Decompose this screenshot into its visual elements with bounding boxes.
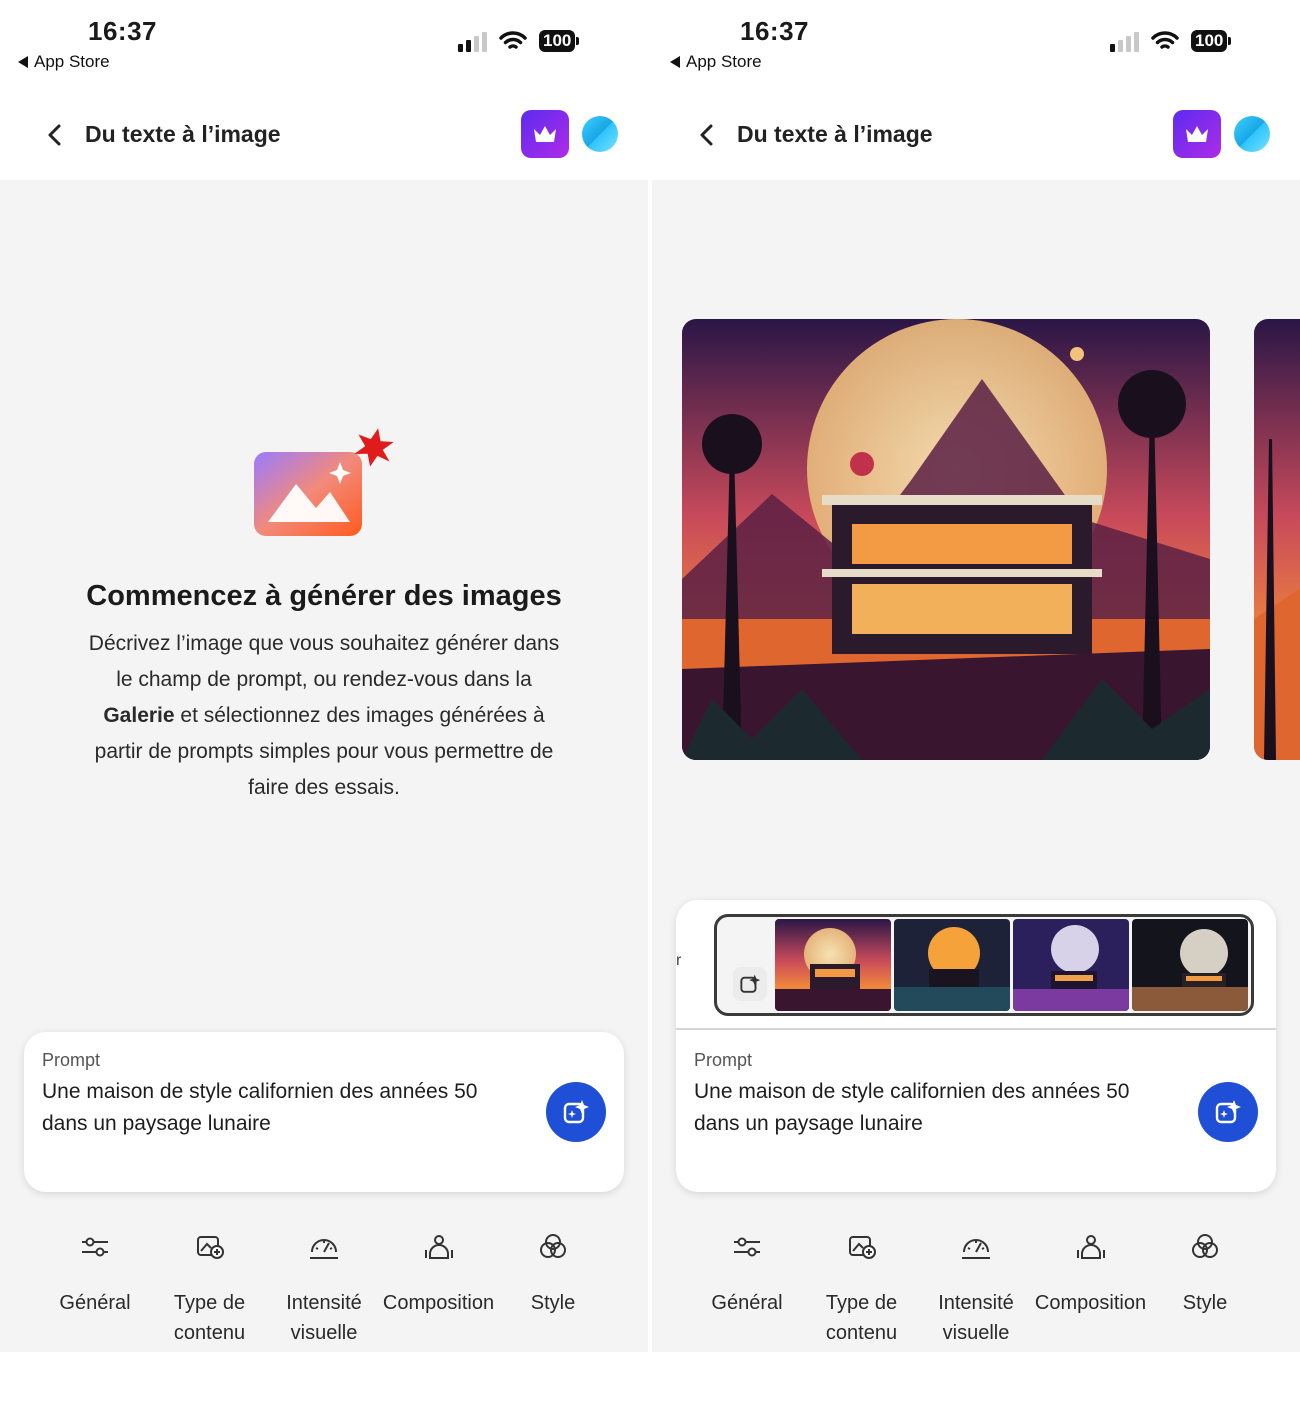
variation-thumbnail[interactable] bbox=[775, 919, 891, 1011]
tool-content-type-label: Type de contenu bbox=[825, 1292, 898, 1344]
tool-visual-intensity-label: Intensité visuelle bbox=[938, 1292, 1014, 1344]
screen-generated-results: 16:37 App Store 100 Du texte à l’image r… bbox=[652, 0, 1300, 1352]
tool-visual-intensity-label: Intensité visuelle bbox=[286, 1292, 362, 1344]
generate-sparkle-icon bbox=[740, 974, 761, 993]
empty-state-title: Commencez à générer des images bbox=[86, 580, 562, 612]
screen-empty-state: 16:37 App Store 100 Du texte à l’image C… bbox=[0, 0, 648, 1352]
top-bar: 16:37 App Store 100 Du texte à l’image bbox=[652, 0, 1300, 180]
visual-intensity-icon bbox=[310, 1239, 338, 1259]
battery-level: 100 bbox=[539, 30, 576, 52]
page-title: Du texte à l’image bbox=[85, 121, 281, 147]
chevron-left-icon bbox=[48, 124, 61, 146]
crown-icon bbox=[1186, 126, 1208, 142]
prompt-label: Prompt bbox=[694, 1050, 753, 1070]
generate-sparkle-icon bbox=[563, 1100, 589, 1124]
tool-style[interactable]: Style bbox=[1148, 1230, 1262, 1348]
divider bbox=[676, 1028, 1276, 1030]
tool-style-label: Style bbox=[1182, 1292, 1228, 1314]
status-time: 16:37 bbox=[740, 16, 809, 46]
wifi-icon bbox=[1151, 31, 1179, 49]
tool-composition[interactable]: Composition bbox=[382, 1230, 496, 1348]
avatar[interactable] bbox=[582, 116, 618, 152]
tool-general[interactable]: Général bbox=[38, 1230, 152, 1348]
variation-art bbox=[894, 919, 1010, 1011]
sliders-icon bbox=[82, 1237, 108, 1257]
signal-icon bbox=[1110, 30, 1139, 52]
top-bar: 16:37 App Store 100 Du texte à l’image bbox=[0, 0, 648, 180]
variation-art bbox=[1132, 919, 1248, 1011]
generated-image-art bbox=[682, 319, 1210, 760]
wifi-icon bbox=[499, 31, 527, 49]
nav-back-button[interactable] bbox=[44, 122, 66, 148]
back-triangle-icon bbox=[670, 56, 680, 68]
prompt-card[interactable]: Prompt Une maison de style californien d… bbox=[24, 1032, 624, 1192]
generate-image-illustration-icon bbox=[254, 428, 394, 536]
tool-style-label: Style bbox=[530, 1292, 576, 1314]
generate-button[interactable] bbox=[546, 1082, 606, 1142]
sliders-icon bbox=[734, 1237, 760, 1257]
status-icons: 100 bbox=[458, 30, 580, 52]
tool-content-type[interactable]: Type de contenu bbox=[805, 1230, 919, 1348]
tool-content-type[interactable]: Type de contenu bbox=[153, 1230, 267, 1348]
status-time: 16:37 bbox=[88, 16, 157, 46]
options-toolbar: Général Type de contenu Intensité visuel… bbox=[652, 1230, 1300, 1348]
battery-icon: 100 bbox=[539, 30, 580, 52]
style-icon bbox=[1192, 1234, 1218, 1258]
tool-general[interactable]: Général bbox=[690, 1230, 804, 1348]
tool-style[interactable]: Style bbox=[496, 1230, 610, 1348]
content-type-icon bbox=[196, 1236, 224, 1259]
prompt-input[interactable]: Une maison de style californien des anné… bbox=[694, 1076, 1164, 1140]
tool-general-label: Général bbox=[59, 1292, 131, 1314]
battery-icon: 100 bbox=[1191, 30, 1232, 52]
back-app-label: App Store bbox=[686, 52, 762, 71]
regenerate-button[interactable] bbox=[733, 967, 767, 1001]
prompt-card[interactable]: r Prompt Une maison de style californien… bbox=[676, 900, 1276, 1192]
nav-back-button[interactable] bbox=[696, 122, 718, 148]
generate-sparkle-icon bbox=[1215, 1100, 1241, 1124]
tool-general-label: Général bbox=[711, 1292, 783, 1314]
generated-image-main[interactable] bbox=[682, 319, 1210, 760]
back-to-app-store[interactable]: App Store bbox=[18, 52, 110, 72]
crown-icon bbox=[534, 126, 556, 142]
variation-thumbnail[interactable] bbox=[1132, 919, 1248, 1011]
style-icon bbox=[540, 1234, 566, 1258]
next-image-art bbox=[1254, 319, 1300, 760]
chevron-left-icon bbox=[700, 124, 713, 146]
content-type-icon bbox=[848, 1236, 876, 1259]
empty-state-description: Décrivez l’image que vous souhaitez géné… bbox=[88, 632, 560, 799]
back-to-app-store[interactable]: App Store bbox=[670, 52, 762, 72]
premium-button[interactable] bbox=[521, 110, 569, 158]
battery-level: 100 bbox=[1191, 30, 1228, 52]
gallery-link[interactable]: Galerie bbox=[103, 704, 174, 727]
premium-button[interactable] bbox=[1173, 110, 1221, 158]
variation-art bbox=[1013, 919, 1129, 1011]
back-app-label: App Store bbox=[34, 52, 110, 71]
signal-icon bbox=[458, 30, 487, 52]
composition-icon bbox=[1076, 1235, 1105, 1259]
visual-intensity-icon bbox=[962, 1239, 990, 1259]
tool-visual-intensity[interactable]: Intensité visuelle bbox=[267, 1230, 381, 1348]
page-title: Du texte à l’image bbox=[737, 121, 933, 147]
tool-content-type-label: Type de contenu bbox=[173, 1292, 246, 1344]
tool-composition-label: Composition bbox=[382, 1292, 495, 1314]
back-triangle-icon bbox=[18, 56, 28, 68]
variations-strip bbox=[714, 914, 1254, 1016]
stray-text: r bbox=[676, 952, 682, 969]
prompt-label: Prompt bbox=[42, 1050, 101, 1070]
tool-visual-intensity[interactable]: Intensité visuelle bbox=[919, 1230, 1033, 1348]
variation-thumbnail[interactable] bbox=[1013, 919, 1129, 1011]
variation-art bbox=[775, 919, 891, 1011]
variation-thumbnail[interactable] bbox=[894, 919, 1010, 1011]
generate-button[interactable] bbox=[1198, 1082, 1258, 1142]
tool-composition-label: Composition bbox=[1034, 1292, 1147, 1314]
options-toolbar: Général Type de contenu Intensité visuel… bbox=[0, 1230, 648, 1348]
tool-composition[interactable]: Composition bbox=[1034, 1230, 1148, 1348]
next-generated-image[interactable] bbox=[1254, 319, 1300, 760]
avatar[interactable] bbox=[1234, 116, 1270, 152]
prompt-input[interactable]: Une maison de style californien des anné… bbox=[42, 1076, 512, 1140]
composition-icon bbox=[424, 1235, 453, 1259]
status-icons: 100 bbox=[1110, 30, 1232, 52]
